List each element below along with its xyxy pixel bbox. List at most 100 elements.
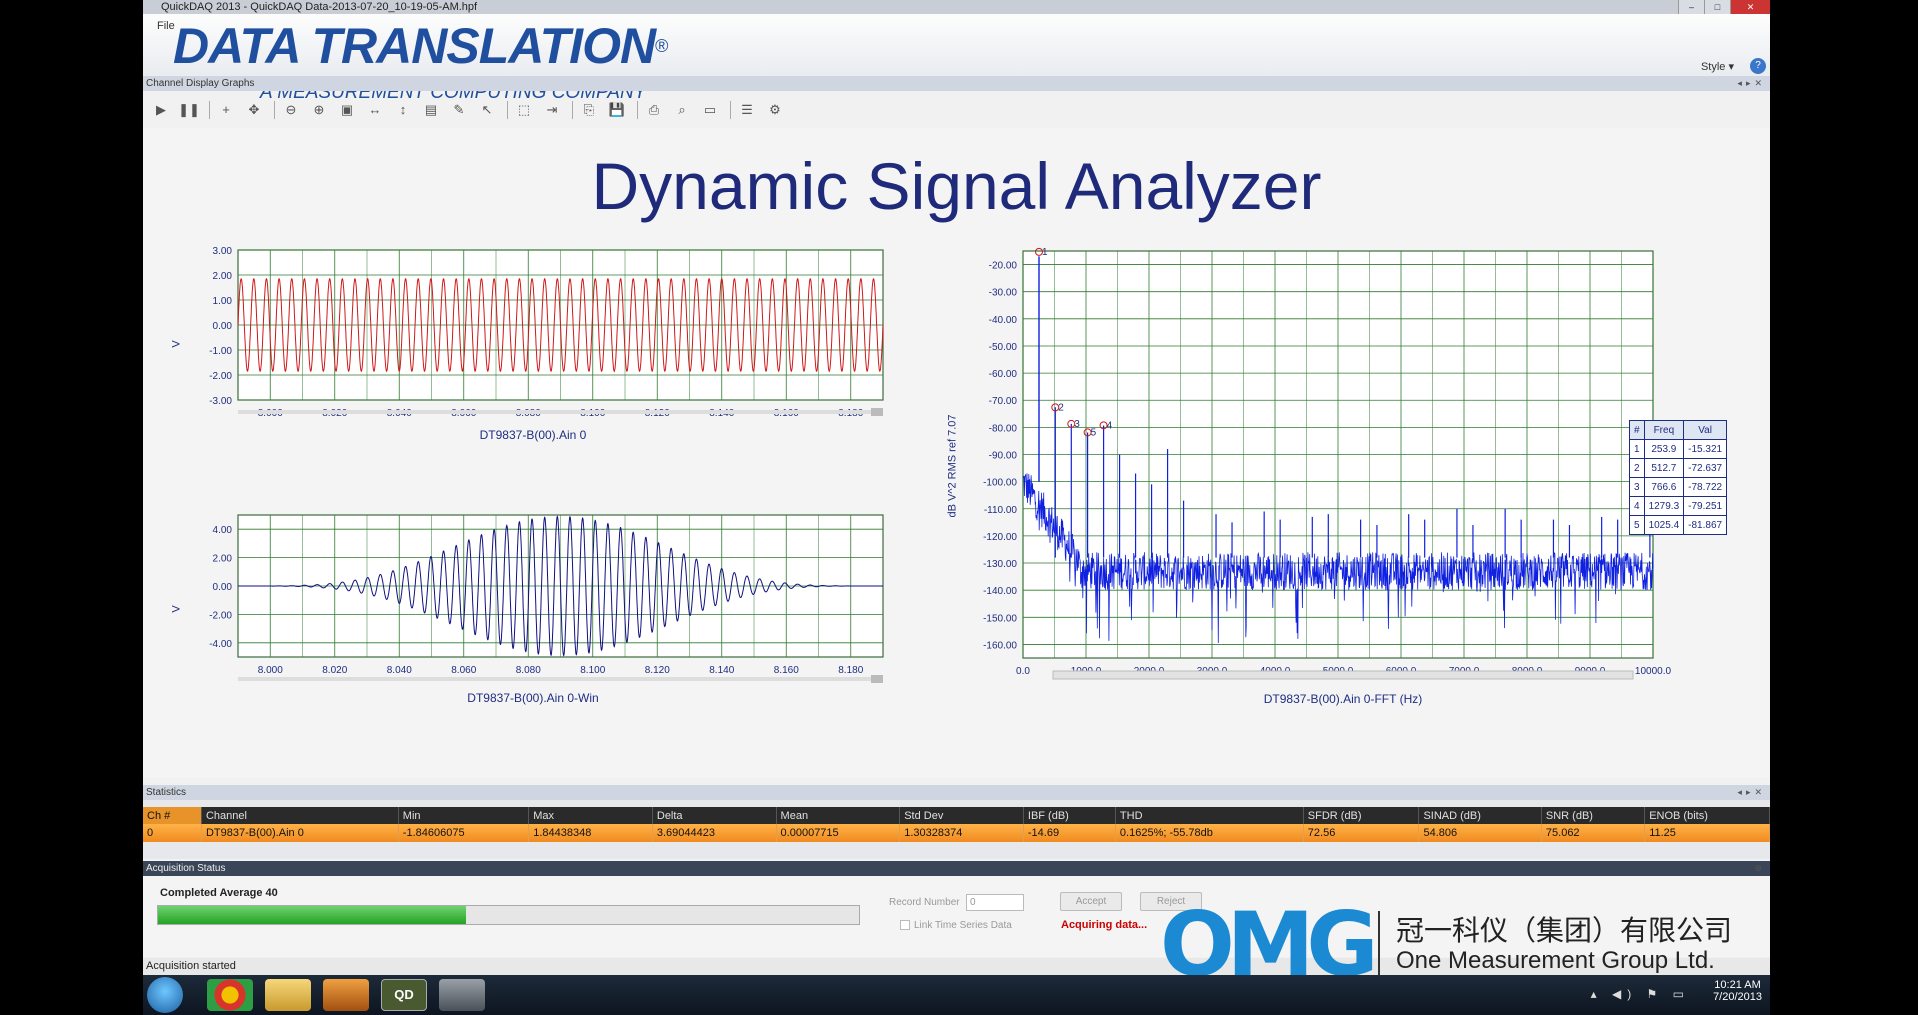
print-icon[interactable]: ⎙ xyxy=(642,99,666,121)
tool-icon[interactable] xyxy=(439,979,485,1011)
stat-col-header[interactable]: ENOB (bits) xyxy=(1644,807,1770,824)
logo-brand: DATA TRANSLATION xyxy=(173,18,656,74)
stat-col-header[interactable]: Channel xyxy=(201,807,399,824)
page-setup-icon[interactable]: ▭ xyxy=(698,99,722,121)
print-preview-icon[interactable]: ⌕ xyxy=(670,99,694,121)
marker-row[interactable]: 3 766.6 -78.722 xyxy=(1629,477,1728,497)
status-text: Acquisition started xyxy=(146,960,236,972)
marker-val: -79.251 xyxy=(1683,496,1728,516)
marker-freq: 766.6 xyxy=(1643,477,1685,497)
help-icon[interactable]: ? xyxy=(1750,58,1766,74)
style-menu[interactable]: Style ▾ xyxy=(1701,60,1734,73)
y-tick-label: -2.00 xyxy=(209,610,232,621)
time-chart[interactable]: 8.0008.0208.0408.0608.0808.1008.1208.140… xyxy=(171,246,923,448)
toolbar-separator xyxy=(274,101,275,119)
save-icon[interactable]: 💾 xyxy=(605,99,629,121)
crosshair-icon[interactable]: + xyxy=(214,99,238,121)
file-explorer-icon[interactable] xyxy=(265,979,311,1011)
windowed-chart-title: DT9837-B(00).Ain 0-Win xyxy=(467,691,599,705)
y-tick-label: -60.00 xyxy=(989,369,1018,380)
close-button[interactable]: ✕ xyxy=(1730,0,1770,14)
windows-start-icon[interactable] xyxy=(147,977,183,1013)
zoom-x-icon[interactable]: ↔ xyxy=(363,99,387,121)
panel-controls[interactable]: ◂▸✕ xyxy=(1737,76,1766,91)
marker-freq: 512.7 xyxy=(1643,458,1685,478)
link-time-series-label: Link Time Series Data xyxy=(914,920,1012,931)
marker-row[interactable]: 4 1279.3 -79.251 xyxy=(1629,496,1728,516)
x-tick-label: 8.100 xyxy=(580,665,605,676)
statistics-title: Statistics xyxy=(146,787,187,798)
play-icon[interactable]: ▶ xyxy=(149,99,173,121)
x-tick-label: 8.060 xyxy=(451,665,476,676)
accept-button[interactable]: Accept xyxy=(1060,892,1122,911)
y-tick-label: -90.00 xyxy=(989,451,1018,462)
stat-col-header[interactable]: Max xyxy=(528,807,653,824)
scroll-thumb xyxy=(871,675,883,683)
stat-col-header[interactable]: Std Dev xyxy=(899,807,1024,824)
zoom-out-icon[interactable]: ⊖ xyxy=(279,99,303,121)
watermark-divider xyxy=(1378,911,1380,977)
fft-marker-label: 4 xyxy=(1107,420,1113,431)
zoom-in-icon[interactable]: ⊕ xyxy=(307,99,331,121)
link-time-series-checkbox[interactable]: Link Time Series Data xyxy=(900,920,1012,931)
tray-icons[interactable]: ▴ ◀) ⚑ ▭ xyxy=(1591,987,1690,1001)
statistics-data-row[interactable]: 0 DT9837-B(00).Ain 0 -1.84606075 1.84438348… xyxy=(143,824,1770,842)
zoom-box-icon[interactable]: ▣ xyxy=(335,99,359,121)
marker-icon[interactable]: ⇥ xyxy=(540,99,564,121)
settings-icon[interactable]: ⚙ xyxy=(763,99,787,121)
panel-controls[interactable]: ◂▸✕ xyxy=(1737,785,1766,800)
maximize-button[interactable]: □ xyxy=(1704,0,1730,14)
tray-clock[interactable]: 10:21 AM 7/20/2013 xyxy=(1713,979,1762,1003)
stat-col-header[interactable]: SINAD (dB) xyxy=(1418,807,1542,824)
stat-col-header[interactable]: Mean xyxy=(776,807,901,824)
marker-freq: 1025.4 xyxy=(1643,515,1685,535)
stat-cell: 3.69044423 xyxy=(652,824,777,842)
media-player-icon[interactable] xyxy=(323,979,369,1011)
x-tick-label: 8.160 xyxy=(774,665,799,676)
fft-chart[interactable]: 0.01000.02000.03000.04000.05000.06000.07… xyxy=(947,247,1672,713)
chrome-icon[interactable] xyxy=(207,979,253,1011)
y-tick-label: 2.00 xyxy=(213,554,233,565)
pin-icon[interactable]: ⊕ xyxy=(1754,861,1766,876)
marker-row[interactable]: 5 1025.4 -81.867 xyxy=(1629,515,1728,535)
autoscale-icon[interactable]: ▤ xyxy=(419,99,443,121)
marker-row[interactable]: 2 512.7 -72.637 xyxy=(1629,458,1728,478)
pan-icon[interactable]: ✥ xyxy=(242,99,266,121)
stat-col-header[interactable]: Min xyxy=(398,807,530,824)
pause-icon[interactable]: ❚❚ xyxy=(177,99,201,121)
stat-cell: DT9837-B(00).Ain 0 xyxy=(201,824,399,842)
cursor-icon[interactable]: ↖ xyxy=(475,99,499,121)
checkbox-box[interactable] xyxy=(900,920,910,931)
marker-header-num: # xyxy=(1629,420,1645,440)
windowed-chart[interactable]: 8.000 8.020 8.040 8.060 8.080 8.100 8.120 8.140… xyxy=(171,513,923,713)
select-region-icon[interactable]: ⬚ xyxy=(512,99,536,121)
record-number-input[interactable]: 0 xyxy=(966,894,1024,911)
acquisition-header: Acquisition Status ⊕ xyxy=(143,861,1770,876)
title-bar: QuickDAQ 2013 - QuickDAQ Data-2013-07-20… xyxy=(143,0,1770,14)
minimize-button[interactable]: – xyxy=(1678,0,1704,14)
y-tick-label: -4.00 xyxy=(209,639,232,650)
y-tick-label: -50.00 xyxy=(989,342,1018,353)
y-tick-label: 1.00 xyxy=(213,296,233,307)
watermark-english: One Measurement Group Ltd. xyxy=(1396,947,1715,974)
stat-col-header[interactable]: Delta xyxy=(652,807,777,824)
stat-col-header[interactable]: THD xyxy=(1115,807,1304,824)
marker-row[interactable]: 1 253.9 -15.321 xyxy=(1629,439,1728,459)
stat-col-header[interactable]: SFDR (dB) xyxy=(1303,807,1420,824)
copy-icon[interactable]: ⎘ xyxy=(577,99,601,121)
document-tab[interactable]: Channel Display Graphs ◂▸✕ xyxy=(143,76,1770,91)
graph-area: Dynamic Signal Analyzer 8.000 8.020 8.040 8… xyxy=(143,128,1770,778)
zoom-y-icon[interactable]: ↕ xyxy=(391,99,415,121)
stat-col-header[interactable]: IBF (dB) xyxy=(1023,807,1116,824)
marker-val: -81.867 xyxy=(1683,515,1728,535)
time-chart-ylabel: V xyxy=(170,340,183,348)
properties-icon[interactable]: ☰ xyxy=(735,99,759,121)
stat-cell: 75.062 xyxy=(1541,824,1646,842)
y-tick-label: -20.00 xyxy=(989,261,1018,272)
scroll-thumb xyxy=(871,408,883,416)
stat-col-header[interactable]: SNR (dB) xyxy=(1541,807,1646,824)
stat-col-header[interactable]: Ch # xyxy=(143,807,202,824)
quickdaq-taskbar-icon[interactable]: QD xyxy=(381,979,427,1011)
measure-icon[interactable]: ✎ xyxy=(447,99,471,121)
time-chart-title: DT9837-B(00).Ain 0 xyxy=(479,428,587,442)
